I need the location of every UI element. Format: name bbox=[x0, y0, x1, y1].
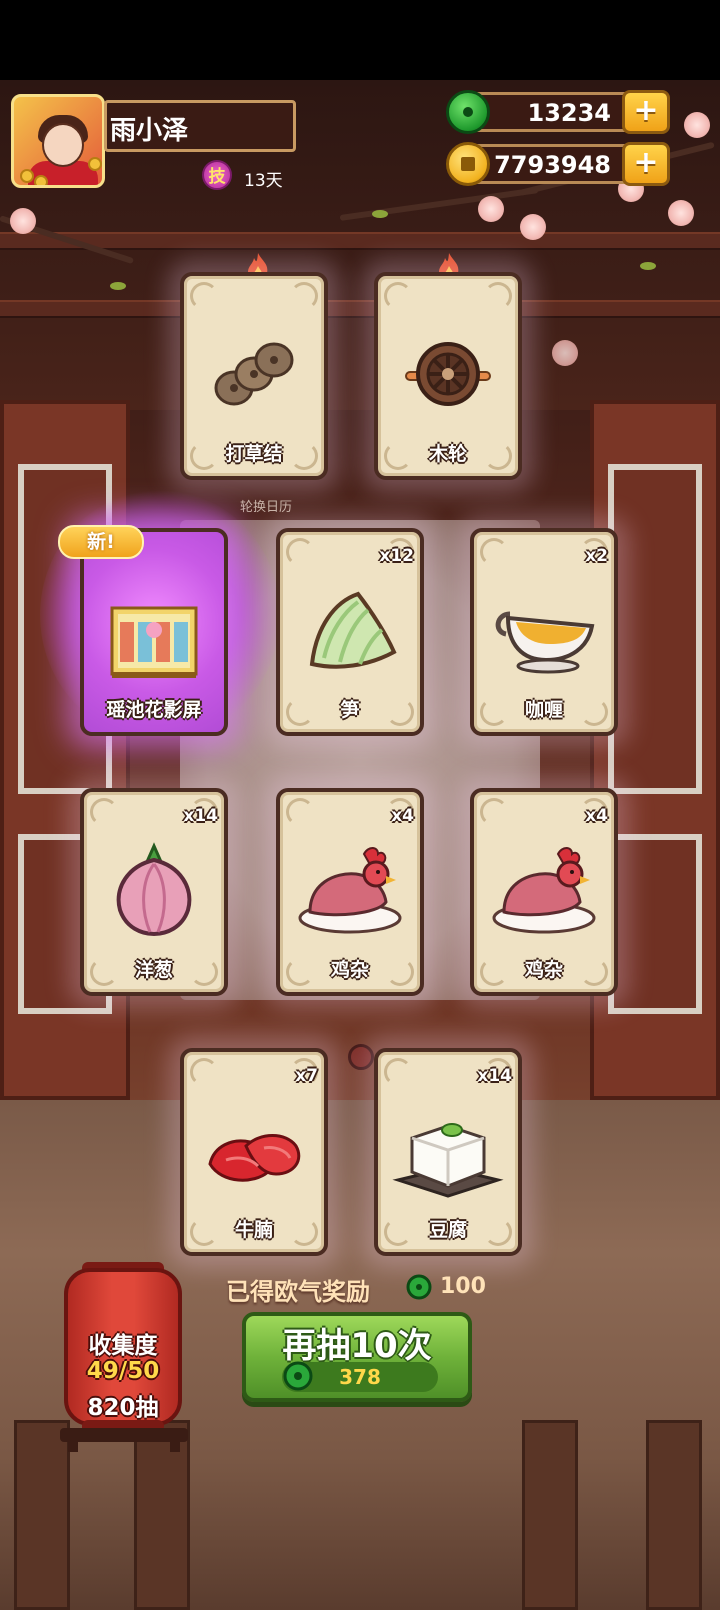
new-badge: 新! bbox=[58, 525, 144, 559]
card-name: 咖喱 bbox=[524, 699, 563, 721]
card-name: 豆腐 bbox=[428, 1219, 467, 1241]
status-bar bbox=[0, 0, 720, 80]
wooden-wheel-icon bbox=[405, 342, 491, 406]
collection-draws: 820抽 bbox=[87, 1395, 159, 1421]
card-item[interactable]: x7 牛腩 bbox=[180, 1048, 328, 1256]
card-quantity: x12 bbox=[379, 546, 414, 566]
leaf bbox=[372, 210, 388, 218]
card-quantity: x4 bbox=[391, 806, 414, 826]
card-item[interactable]: x4 鸡杂 bbox=[276, 788, 424, 996]
background-railing bbox=[134, 1420, 190, 1610]
background-railing bbox=[646, 1420, 702, 1610]
blossom-flower bbox=[668, 200, 694, 226]
lantern-leg bbox=[170, 1436, 180, 1452]
blossom-flower bbox=[684, 112, 710, 138]
card-name: 打草结 bbox=[225, 443, 283, 465]
card-name: 鸡杂 bbox=[330, 959, 369, 981]
background-beam bbox=[0, 232, 720, 250]
card-name: 牛腩 bbox=[234, 1219, 273, 1241]
collection-title: 收集度 bbox=[88, 1333, 158, 1359]
background-beam bbox=[0, 300, 720, 318]
grass-knot-icon bbox=[214, 342, 294, 406]
lantern-leg bbox=[68, 1436, 78, 1452]
draw-again-label: 再抽10次 bbox=[282, 1326, 432, 1366]
draw-cost: 378 bbox=[339, 1365, 381, 1389]
blossom-flower bbox=[520, 214, 546, 240]
add-coin-button[interactable]: + bbox=[622, 142, 670, 186]
rotation-calendar-hint: 轮换日历 bbox=[240, 500, 293, 515]
card-item[interactable]: x14 豆腐 bbox=[374, 1048, 522, 1256]
jade-amount: 13234 bbox=[527, 99, 612, 127]
skill-days: 13天 bbox=[244, 171, 283, 191]
flower-screen-icon bbox=[110, 606, 198, 678]
chicken-giblets-icon bbox=[492, 847, 596, 934]
background-railing bbox=[14, 1420, 70, 1610]
curry-gravy-boat-icon bbox=[495, 611, 595, 674]
card-name: 瑶池花影屏 bbox=[106, 699, 202, 721]
leaf bbox=[110, 282, 126, 290]
jade-icon bbox=[446, 90, 490, 134]
card-item[interactable]: x2 咖喱 bbox=[470, 528, 618, 736]
player-avatar[interactable] bbox=[11, 94, 105, 188]
player-name: 雨小泽 bbox=[110, 116, 189, 146]
card-quantity: x7 bbox=[295, 1066, 318, 1086]
card-name: 笋 bbox=[340, 699, 360, 721]
background-railing bbox=[522, 1420, 578, 1610]
reward-amount: 100 bbox=[440, 1274, 486, 1299]
collection-progress: 49/50 bbox=[86, 1358, 160, 1384]
bamboo-shoot-icon bbox=[309, 591, 397, 669]
card-quantity: x4 bbox=[585, 806, 608, 826]
card-item[interactable]: x14 洋葱 bbox=[80, 788, 228, 996]
card-item-new[interactable]: 瑶池花影屏 bbox=[80, 528, 228, 736]
chicken-giblets-icon bbox=[298, 847, 402, 934]
blossom-flower bbox=[552, 340, 578, 366]
lantern-stand bbox=[60, 1428, 188, 1442]
tofu-icon bbox=[392, 1123, 504, 1198]
card-item[interactable]: 木轮 bbox=[374, 272, 522, 480]
jade-icon bbox=[406, 1274, 432, 1300]
card-item[interactable]: x4 鸡杂 bbox=[470, 788, 618, 996]
coin-icon bbox=[446, 142, 490, 186]
card-quantity: x2 bbox=[585, 546, 608, 566]
card-item[interactable]: 打草结 bbox=[180, 272, 328, 480]
blossom-flower bbox=[10, 208, 36, 234]
card-name: 鸡杂 bbox=[524, 959, 563, 981]
card-quantity: x14 bbox=[477, 1066, 512, 1086]
blossom-flower bbox=[478, 196, 504, 222]
coin-amount: 7793948 bbox=[494, 151, 611, 179]
card-name: 木轮 bbox=[428, 443, 467, 465]
onion-icon bbox=[116, 842, 192, 937]
card-name: 洋葱 bbox=[134, 959, 173, 981]
leaf bbox=[640, 262, 656, 270]
card-item[interactable]: x12 笋 bbox=[276, 528, 424, 736]
card-quantity: x14 bbox=[183, 806, 218, 826]
reward-label: 已得欧气奖励 bbox=[226, 1278, 370, 1306]
add-jade-button[interactable]: + bbox=[622, 90, 670, 134]
beef-brisket-icon bbox=[208, 1134, 301, 1182]
ornament-knob bbox=[348, 1044, 374, 1070]
skill-badge-icon[interactable]: 技 bbox=[202, 160, 232, 190]
